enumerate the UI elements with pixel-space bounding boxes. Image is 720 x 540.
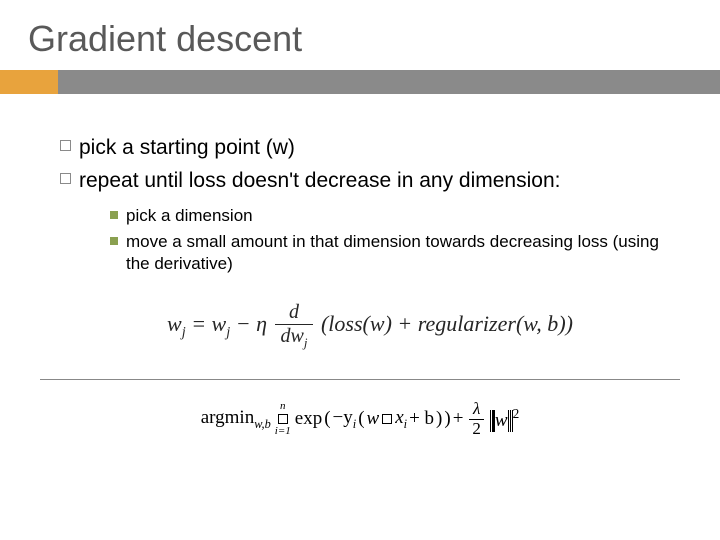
two: 2 <box>469 420 484 439</box>
exp-fn: exp <box>295 408 322 430</box>
sub-bullet-item: move a small amount in that dimension to… <box>110 231 680 275</box>
double-bar-left-icon <box>490 410 495 432</box>
sum-lower: i=1 <box>275 426 291 437</box>
divider <box>40 379 680 380</box>
update-rule-formula: wj = wj − η d dwj (loss(w) + regularizer… <box>60 301 680 351</box>
var-wj-rhs: wj <box>212 311 231 336</box>
filled-square-bullet-icon <box>110 211 118 219</box>
slide-content: pick a starting point (w) repeat until l… <box>0 94 720 351</box>
minus: − <box>236 311 256 336</box>
open-paren-inner: ( <box>358 408 364 430</box>
norm-w-squared: w2 <box>490 406 519 432</box>
equals: = <box>191 311 211 336</box>
plus: + <box>397 311 412 336</box>
var-x: xi <box>395 407 407 432</box>
plus: + <box>453 408 464 430</box>
bullet-item: repeat until loss doesn't decrease in an… <box>60 167 680 194</box>
filled-square-bullet-icon <box>110 237 118 245</box>
accent-orange <box>0 70 58 94</box>
regularizer-fn: regularizer <box>418 311 516 336</box>
eta: η <box>256 311 267 336</box>
placeholder-box-icon <box>382 414 392 424</box>
sub-bullet-list: pick a dimension move a small amount in … <box>110 205 680 275</box>
derivative-fraction: d dwj <box>275 301 314 351</box>
lambda: λ <box>469 400 484 420</box>
summation: n i=1 <box>275 401 291 437</box>
open-paren: ( <box>324 408 330 430</box>
neg-y: −yi <box>333 407 357 432</box>
sub-bullet-item: pick a dimension <box>110 205 680 227</box>
var-w: w <box>367 408 380 430</box>
square-bullet-icon <box>60 173 71 184</box>
slide-title: Gradient descent <box>28 18 692 60</box>
frac-numerator: d <box>275 301 314 325</box>
double-bar-right-icon <box>508 410 513 432</box>
accent-gray <box>58 70 720 94</box>
accent-bar <box>0 70 720 94</box>
square-bullet-icon <box>60 140 71 151</box>
placeholder-box-icon <box>278 414 288 424</box>
sub-bullet-text: pick a dimension <box>126 205 253 227</box>
sub-bullet-text: move a small amount in that dimension to… <box>126 231 680 275</box>
var-wj-lhs: wj <box>167 311 186 336</box>
reg-args: (w, b) <box>516 311 566 336</box>
loss-fn: loss <box>328 311 362 336</box>
close-paren: ) <box>444 408 450 430</box>
bullet-text: repeat until loss doesn't decrease in an… <box>79 167 560 194</box>
objective-formula: argminw,b n i=1 exp(−yi (wxi + b)) + λ 2… <box>0 400 720 438</box>
lambda-over-2: λ 2 <box>469 400 484 438</box>
close-paren: ) <box>566 311 573 336</box>
loss-args: (w) <box>363 311 392 336</box>
argmin: argminw,b <box>201 407 271 432</box>
sum-upper: n <box>275 401 291 412</box>
bullet-text: pick a starting point (w) <box>79 134 295 161</box>
bullet-item: pick a starting point (w) <box>60 134 680 161</box>
plus-b: + b <box>409 408 434 430</box>
close-paren-inner: ) <box>436 408 442 430</box>
frac-denominator: dwj <box>275 325 314 351</box>
